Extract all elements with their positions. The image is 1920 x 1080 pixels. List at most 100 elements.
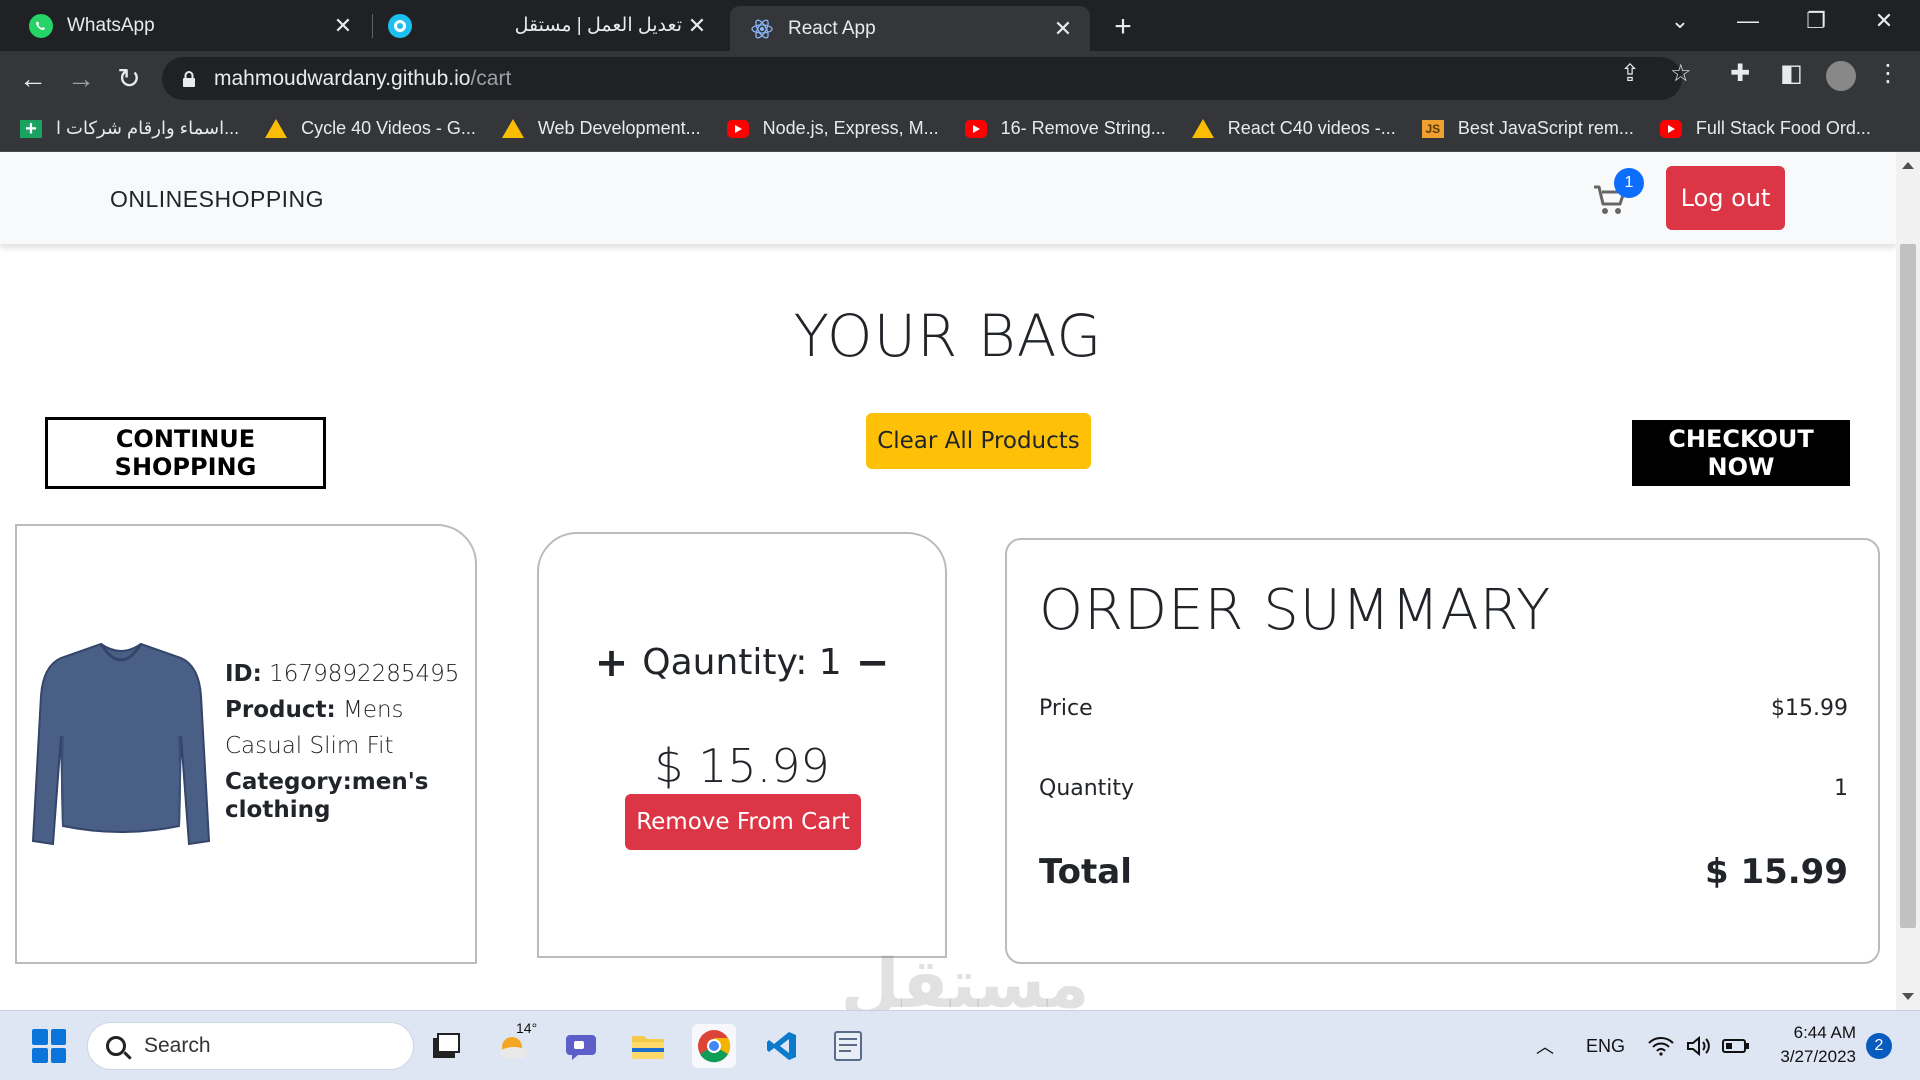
summary-quantity-label: Quantity: [1039, 776, 1135, 801]
bookmark-item[interactable]: 16- Remove String...: [964, 118, 1166, 139]
browser-tab-strip: WhatsApp ✕ تعديل العمل | مستقل ✕ React A…: [0, 0, 1920, 51]
checkout-now-button[interactable]: CHECKOUT NOW: [1632, 420, 1850, 486]
whatsapp-icon: [29, 13, 53, 38]
restore-icon[interactable]: ❐: [1796, 8, 1836, 34]
bookmark-item[interactable]: Web Development...: [501, 118, 701, 139]
windows-start-icon[interactable]: [32, 1029, 66, 1063]
react-icon: [750, 17, 774, 41]
bookmark-label: Best JavaScript rem...: [1457, 118, 1634, 138]
bookmark-item[interactable]: Node.js, Express, M...: [726, 118, 939, 139]
site-navbar: ONLINESHOPPING 1 Log out: [0, 152, 1896, 244]
product-image: [31, 626, 211, 856]
teams-chat-icon[interactable]: [560, 1024, 604, 1068]
bookmark-item[interactable]: + اسماء وارقام شركات ا...: [20, 118, 239, 139]
clock-time: 6:44 AM: [1793, 1023, 1856, 1042]
scroll-up-arrow-icon[interactable]: [1902, 162, 1914, 169]
wifi-icon[interactable]: [1648, 1011, 1674, 1080]
file-explorer-icon[interactable]: [626, 1024, 670, 1068]
close-tab-icon[interactable]: ✕: [328, 13, 358, 39]
bookmark-item[interactable]: Cycle 40 Videos - G...: [265, 118, 476, 139]
chrome-menu-icon[interactable]: ⋮: [1876, 59, 1900, 88]
tab-title: تعديل العمل | مستقل: [514, 15, 682, 36]
scroll-down-arrow-icon[interactable]: [1902, 993, 1914, 1000]
remove-from-cart-button[interactable]: Remove From Cart: [625, 794, 861, 850]
show-hidden-icons-chevron[interactable]: ︿: [1536, 1011, 1554, 1080]
google-drive-icon: [1191, 119, 1214, 138]
close-tab-icon[interactable]: ✕: [682, 13, 712, 39]
summary-total-label: Total: [1039, 852, 1132, 892]
quantity-stepper: + Qauntity: 1 −: [539, 642, 945, 683]
bookmark-label: Node.js, Express, M...: [762, 118, 939, 138]
logout-button[interactable]: Log out: [1666, 166, 1785, 230]
summary-quantity-value: 1: [1834, 776, 1848, 801]
profile-avatar[interactable]: [1826, 61, 1856, 91]
url-host: mahmoudwardany.github.io: [214, 66, 471, 90]
battery-icon[interactable]: [1722, 1011, 1750, 1080]
minimize-icon[interactable]: —: [1728, 8, 1768, 34]
tab-mostaql[interactable]: تعديل العمل | مستقل ✕: [372, 0, 724, 51]
system-clock[interactable]: 6:44 AM 3/27/2023: [1764, 1021, 1856, 1069]
new-tab-plus-icon[interactable]: +: [1108, 10, 1138, 44]
side-panel-icon[interactable]: ◧: [1780, 59, 1803, 88]
close-window-icon[interactable]: ✕: [1864, 8, 1904, 34]
page-scrollbar[interactable]: [1896, 152, 1920, 1010]
weather-temperature: 14°: [516, 1020, 538, 1036]
decrease-quantity-icon[interactable]: −: [856, 643, 890, 683]
product-id-label: ID:: [225, 661, 262, 687]
close-tab-icon[interactable]: ✕: [1048, 16, 1078, 42]
mostaql-icon: [388, 13, 412, 38]
continue-shopping-button[interactable]: CONTINUE SHOPPING: [45, 417, 326, 489]
google-drive-icon: [501, 119, 524, 138]
taskbar-search-label: Search: [144, 1034, 211, 1057]
green-plus-icon: +: [20, 119, 42, 139]
product-category-label: Category:: [225, 769, 352, 795]
scrollbar-thumb[interactable]: [1900, 244, 1916, 928]
quantity-label: Qauntity: 1: [642, 642, 842, 683]
tab-whatsapp[interactable]: WhatsApp ✕: [0, 0, 370, 51]
forward-arrow-icon[interactable]: →: [64, 62, 98, 96]
order-summary-card: ORDER SUMMARY Price $15.99 Quantity 1 To…: [1005, 538, 1880, 964]
summary-total-value: $ 15.99: [1704, 852, 1848, 892]
summary-quantity-row: Quantity 1: [1039, 776, 1848, 801]
vscode-icon[interactable]: [760, 1024, 804, 1068]
increase-quantity-icon[interactable]: +: [595, 643, 629, 683]
clock-date: 3/27/2023: [1780, 1047, 1856, 1066]
back-arrow-icon[interactable]: ←: [16, 62, 50, 96]
bookmark-label: 16- Remove String...: [1000, 118, 1166, 138]
input-language[interactable]: ENG: [1586, 1011, 1625, 1080]
bookmark-item[interactable]: JS Best JavaScript rem...: [1421, 118, 1634, 139]
address-bar[interactable]: mahmoudwardany.github.io/cart: [162, 57, 1682, 100]
bookmark-item[interactable]: React C40 videos -...: [1191, 118, 1396, 139]
share-icon[interactable]: ⇪: [1620, 59, 1640, 88]
tab-title: WhatsApp: [67, 14, 155, 36]
reload-icon[interactable]: ↻: [112, 62, 146, 96]
bookmark-label: Full Stack Food Ord...: [1695, 118, 1871, 138]
google-drive-icon: [265, 119, 288, 138]
extensions-puzzle-icon[interactable]: ✚: [1730, 59, 1750, 88]
tab-react-app[interactable]: React App ✕: [730, 6, 1090, 51]
task-view-icon[interactable]: [424, 1024, 468, 1068]
site-brand[interactable]: ONLINESHOPPING: [110, 186, 324, 213]
url-path: /cart: [470, 66, 512, 90]
product-id-value: 1679892285495: [269, 661, 460, 687]
order-summary-title: ORDER SUMMARY: [1039, 578, 1552, 643]
taskbar-search[interactable]: Search: [87, 1022, 414, 1070]
tab-search-chevron-icon[interactable]: ⌄: [1660, 8, 1700, 34]
lock-icon: [182, 70, 196, 87]
product-name-row: Product: Mens Casual Slim Fit: [225, 692, 465, 764]
chrome-taskbar-icon[interactable]: [692, 1024, 736, 1068]
page-title: YOUR BAG: [793, 302, 1103, 370]
weather-widget-icon[interactable]: 14°: [492, 1020, 537, 1068]
product-card: ID: 1679892285495 Product: Mens Casual S…: [15, 524, 477, 964]
notepad-app-icon[interactable]: [826, 1024, 870, 1068]
volume-icon[interactable]: [1686, 1011, 1712, 1080]
bookmark-label: Web Development...: [537, 118, 701, 138]
url-text: mahmoudwardany.github.io/cart: [214, 67, 511, 91]
bookmark-label: اسماء وارقام شركات ا...: [56, 118, 240, 138]
bookmark-label: Cycle 40 Videos - G...: [301, 118, 476, 138]
bookmark-item[interactable]: Full Stack Food Ord...: [1659, 118, 1871, 139]
notification-count-badge[interactable]: 2: [1866, 1033, 1892, 1059]
search-icon: [106, 1036, 126, 1056]
bookmark-star-icon[interactable]: ☆: [1670, 59, 1692, 88]
clear-all-products-button[interactable]: Clear All Products: [866, 413, 1091, 469]
